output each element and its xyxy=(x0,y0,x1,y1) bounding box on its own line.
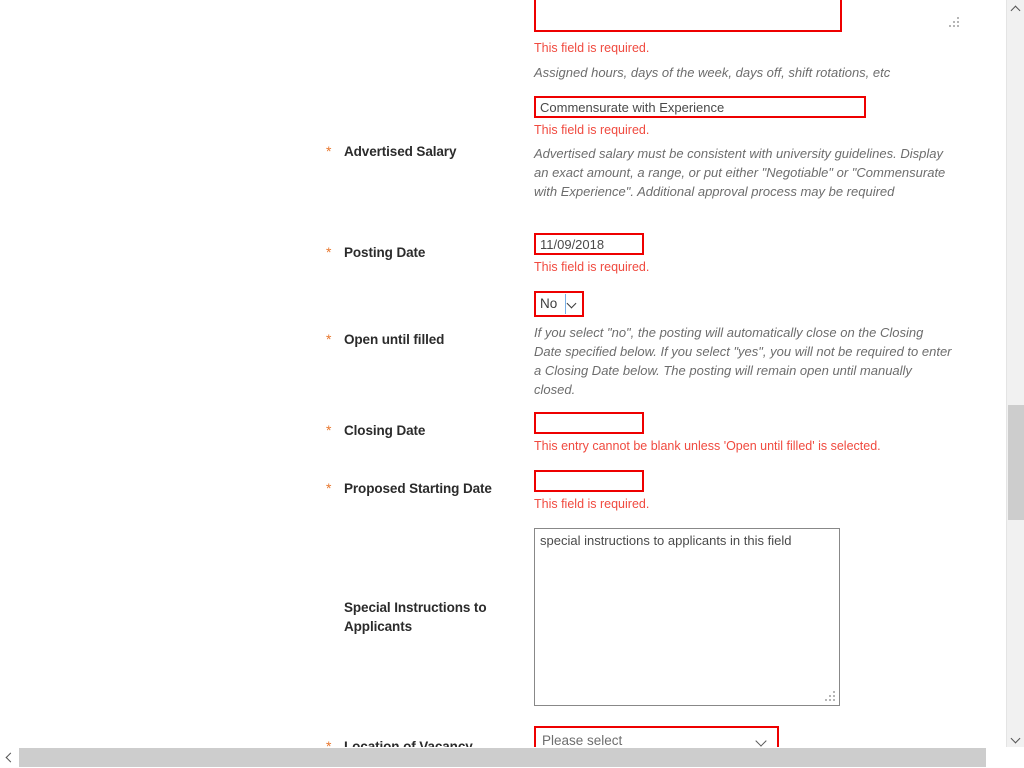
work-schedule-help: Assigned hours, days of the week, days o… xyxy=(534,65,891,80)
proposed-starting-date-input[interactable] xyxy=(534,470,644,492)
closing-date-input[interactable] xyxy=(534,412,644,434)
open-until-filled-selected-value: No xyxy=(540,296,558,311)
required-star-icon: * xyxy=(326,422,332,438)
scrollbar-corner xyxy=(1006,747,1024,768)
work-schedule-resize-grip[interactable] xyxy=(949,17,960,28)
advertised-salary-label-text: Advertised Salary xyxy=(344,144,457,159)
chevron-up-icon xyxy=(1012,6,1019,13)
location-of-vacancy-label-text: Location of Vacancy xyxy=(344,739,473,747)
horizontal-scrollbar[interactable] xyxy=(0,747,1024,768)
special-instructions-field-cell: special instructions to applicants in th… xyxy=(534,528,840,706)
required-star-icon: * xyxy=(326,738,332,747)
posting-date-input[interactable] xyxy=(534,233,644,255)
advertised-salary-help: Advertised salary must be consistent wit… xyxy=(534,146,946,199)
required-star-icon: * xyxy=(326,331,332,347)
vertical-scrollbar-thumb[interactable] xyxy=(1008,405,1024,520)
location-of-vacancy-field-cell: Please select xyxy=(534,726,779,747)
vertical-scrollbar[interactable] xyxy=(1006,0,1024,747)
required-star-icon: * xyxy=(326,244,332,260)
posting-date-error: This field is required. xyxy=(534,260,650,274)
chevron-down-icon xyxy=(757,737,765,745)
work-schedule-field-cell: This field is required. Assigned hours, … xyxy=(534,0,964,82)
advertised-salary-input[interactable] xyxy=(534,96,866,118)
posting-date-label: * Posting Date xyxy=(326,243,526,262)
posting-details-form: This field is required. Assigned hours, … xyxy=(0,0,1006,747)
horizontal-scrollbar-thumb[interactable] xyxy=(19,748,986,767)
location-of-vacancy-label: * Location of Vacancy xyxy=(326,737,526,747)
chevron-down-icon xyxy=(568,300,577,306)
scroll-down-button[interactable] xyxy=(1007,730,1024,747)
chevron-left-icon xyxy=(6,754,13,761)
proposed-starting-date-label: * Proposed Starting Date xyxy=(326,479,544,498)
advertised-salary-field-cell: This field is required. Advertised salar… xyxy=(534,96,952,201)
proposed-starting-date-error: This field is required. xyxy=(534,497,650,511)
open-until-filled-label: * Open until filled xyxy=(326,330,526,349)
proposed-starting-date-field-cell: This field is required. xyxy=(534,470,649,513)
scroll-left-button[interactable] xyxy=(0,747,18,768)
location-of-vacancy-selected-value: Please select xyxy=(542,733,623,747)
advertised-salary-error: This field is required. xyxy=(534,123,650,137)
special-instructions-label-line1: Special Instructions to xyxy=(344,600,487,615)
select-divider xyxy=(565,294,566,314)
open-until-filled-help: If you select "no", the posting will aut… xyxy=(534,325,952,397)
special-instructions-label-line2: Applicants xyxy=(344,619,413,634)
special-instructions-textarea[interactable]: special instructions to applicants in th… xyxy=(534,528,840,706)
posting-date-field-cell: This field is required. xyxy=(534,233,649,276)
chevron-down-icon xyxy=(1012,736,1019,743)
work-schedule-textarea[interactable] xyxy=(534,0,842,32)
proposed-starting-date-label-text: Proposed Starting Date xyxy=(344,481,492,496)
open-until-filled-select[interactable]: No xyxy=(534,291,584,317)
closing-date-label: * Closing Date xyxy=(326,421,526,440)
work-schedule-error: This field is required. xyxy=(534,41,650,55)
required-star-icon: * xyxy=(326,143,332,159)
location-of-vacancy-select[interactable]: Please select xyxy=(534,726,779,747)
posting-date-label-text: Posting Date xyxy=(344,245,426,260)
open-until-filled-field-cell: No If you select "no", the posting will … xyxy=(534,291,952,399)
advertised-salary-label: * Advertised Salary xyxy=(326,142,526,161)
form-scroll-viewport: This field is required. Assigned hours, … xyxy=(0,0,1006,747)
closing-date-field-cell: This entry cannot be blank unless 'Open … xyxy=(534,412,881,455)
scroll-up-button[interactable] xyxy=(1007,0,1024,17)
open-until-filled-label-text: Open until filled xyxy=(344,332,445,347)
required-star-icon: * xyxy=(326,480,332,496)
closing-date-label-text: Closing Date xyxy=(344,423,426,438)
closing-date-error: This entry cannot be blank unless 'Open … xyxy=(534,439,881,453)
page-root: This field is required. Assigned hours, … xyxy=(0,0,1024,768)
special-instructions-label: Special Instructions to Applicants xyxy=(344,598,514,636)
